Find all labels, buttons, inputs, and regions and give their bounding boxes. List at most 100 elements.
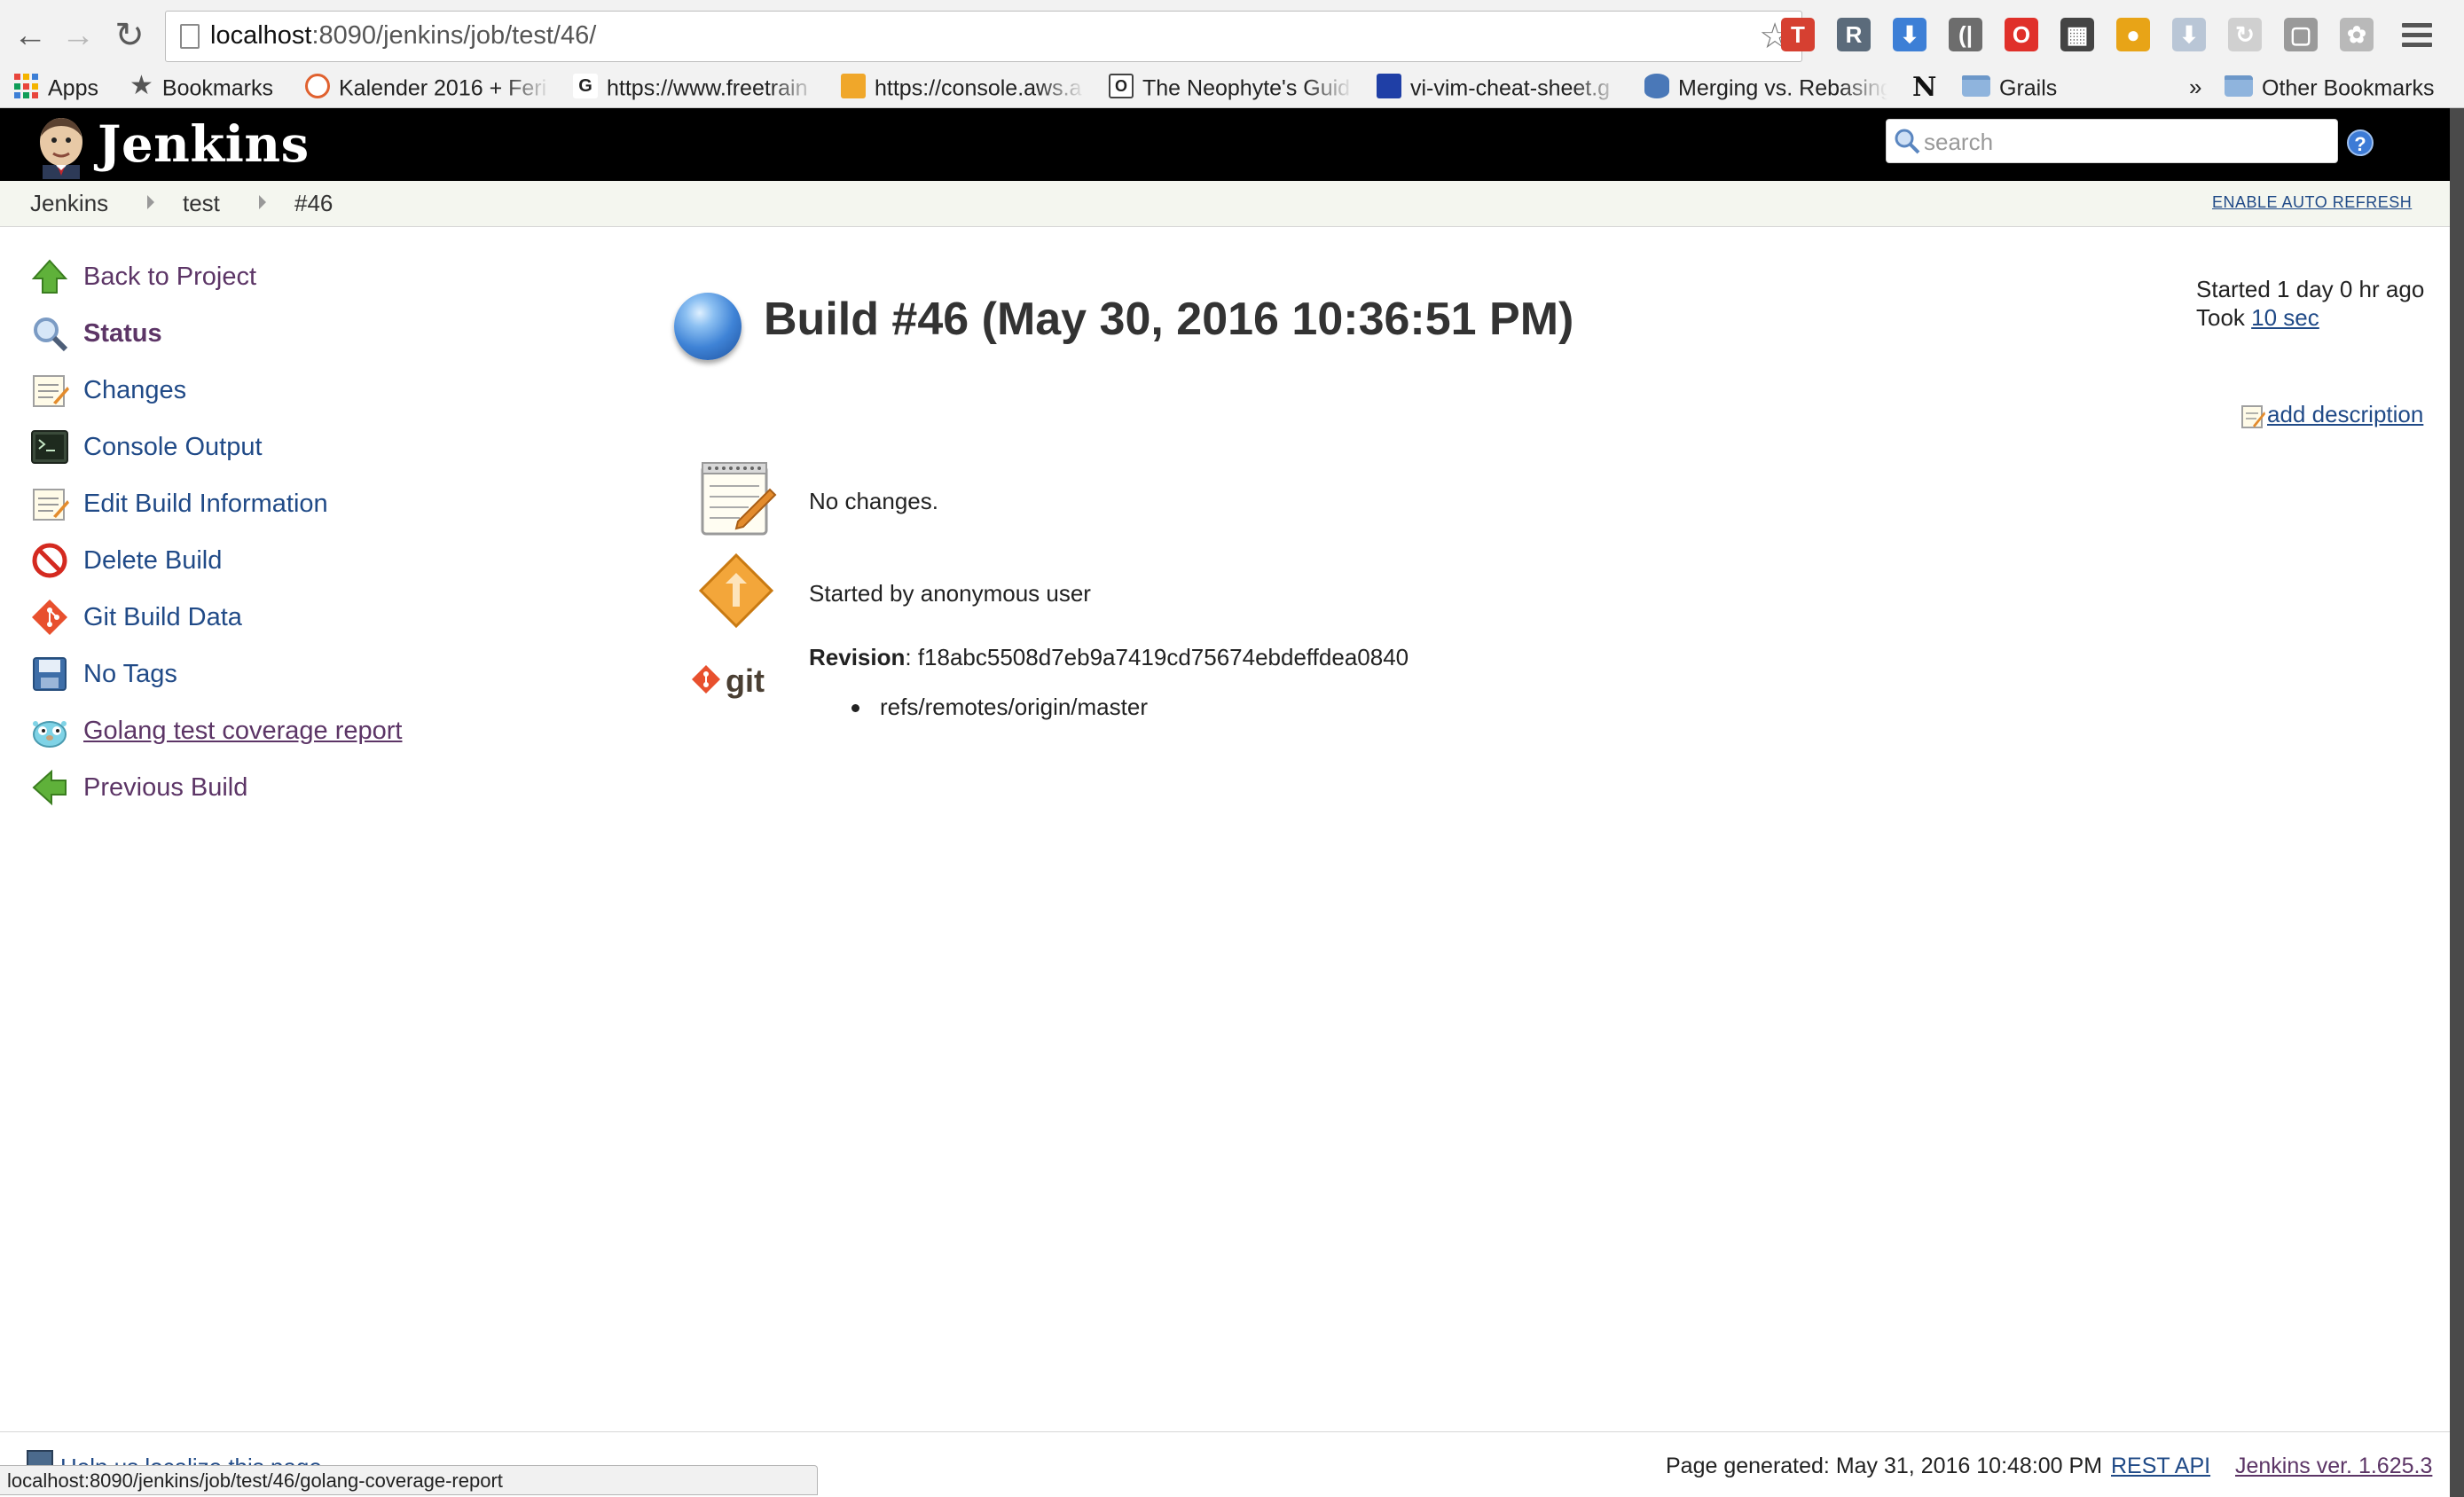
- bookmark-vim-cheatsheet[interactable]: vi-vim-cheat-sheet.g: [1377, 71, 1621, 103]
- calendar-site-icon: [305, 74, 330, 99]
- breadcrumb: Jenkins test #46 ENABLE AUTO REFRESH: [0, 181, 2450, 227]
- address-bar[interactable]: localhost:8090/jenkins/job/test/46/ ☆: [165, 11, 1802, 62]
- task-label: Previous Build: [83, 773, 248, 802]
- build-started: Started 1 day 0 hr ago: [2196, 276, 2425, 302]
- url-path: :8090/jenkins/job/test/46/: [311, 21, 597, 50]
- no-entry-icon: [32, 543, 67, 578]
- revision-hash: : f18abc5508d7eb9a7419cd75674ebdeffdea08…: [905, 644, 1409, 670]
- build-status-ball-icon: [674, 293, 742, 360]
- task-label: Changes: [83, 376, 187, 404]
- add-description-link[interactable]: add description: [2267, 401, 2423, 428]
- jenkins-header: Jenkins ?: [0, 108, 2450, 181]
- r-extension-icon[interactable]: R: [1837, 18, 1871, 51]
- task-label: Golang test coverage report: [83, 717, 403, 745]
- jenkins-logo-text[interactable]: Jenkins: [98, 115, 310, 174]
- bookmark-label: vi-vim-cheat-sheet.g: [1410, 75, 1611, 101]
- database-icon: [1644, 74, 1669, 99]
- terminal-icon: [31, 430, 68, 464]
- opera-extension-icon[interactable]: O: [2005, 18, 2038, 51]
- revision: Revision: f18abc5508d7eb9a7419cd75674ebd…: [809, 644, 1409, 671]
- search-box[interactable]: [1886, 119, 2338, 163]
- bookmark-label: Bookmarks: [161, 75, 273, 101]
- notepad-edit-icon: [2241, 405, 2265, 428]
- help-icon[interactable]: ?: [2347, 129, 2374, 156]
- page-title: Build #46 (May 30, 2016 10:36:51 PM): [764, 294, 1574, 345]
- browser-chrome: ← → ↻ localhost:8090/jenkins/job/test/46…: [0, 0, 2464, 108]
- breadcrumb-jenkins[interactable]: Jenkins: [30, 190, 108, 217]
- aws-box-icon: [841, 74, 866, 99]
- square-extension-icon[interactable]: ▢: [2284, 18, 2318, 51]
- bookmark-apps[interactable]: Apps: [14, 71, 98, 103]
- bookmark-label: The Neophyte's Guid: [1142, 75, 1351, 101]
- download-arrow-extension-icon[interactable]: ⬇: [1893, 18, 1926, 51]
- branch-list: refs/remotes/origin/master: [851, 694, 1148, 721]
- git-diamond-icon: [32, 600, 67, 635]
- breadcrumb-separator-icon[interactable]: [147, 195, 154, 209]
- jenkins-butler-icon[interactable]: [32, 114, 90, 179]
- git-logo-text: git: [726, 662, 765, 699]
- search-icon: [1895, 129, 1920, 154]
- page-generated-text: Page generated: May 31, 2016 10:48:00 PM: [1666, 1454, 2103, 1478]
- bookmark-folder-other[interactable]: Other Bookmarks: [2225, 71, 2435, 103]
- folder-icon: [2225, 75, 2253, 98]
- magnifier-icon: [34, 317, 68, 352]
- reload-icon[interactable]: ↻: [110, 16, 149, 55]
- branch-item: refs/remotes/origin/master: [851, 694, 1148, 721]
- jenkins-version-link[interactable]: Jenkins ver. 1.625.3: [2235, 1454, 2432, 1479]
- breadcrumb-build-46[interactable]: #46: [294, 190, 333, 217]
- window-edge: [2450, 108, 2464, 1497]
- gopher-icon: [33, 721, 67, 748]
- bookmark-label: Apps: [48, 75, 98, 101]
- bookmark-label: Kalender 2016 + Feri: [339, 75, 547, 101]
- build-timing: Started 1 day 0 hr ago Took 10 sec: [2196, 275, 2424, 332]
- breadcrumb-separator-icon[interactable]: [259, 195, 266, 209]
- build-duration: Took 10 sec: [2196, 303, 2424, 332]
- bookmark-label: Other Bookmarks: [2262, 75, 2435, 101]
- film-extension-icon[interactable]: ▦: [2060, 18, 2094, 51]
- bookmark-merging-rebasing[interactable]: Merging vs. Rebasing: [1644, 71, 1887, 103]
- task-label: Back to Project: [83, 263, 257, 291]
- task-label: No Tags: [83, 660, 177, 688]
- chrome-extension-icon[interactable]: ●: [2116, 18, 2150, 51]
- bookmark-label: Grails: [1999, 75, 2058, 101]
- bookmark-aws[interactable]: https://console.aws.a: [841, 71, 1086, 103]
- back-arrow-icon[interactable]: ←: [11, 16, 50, 55]
- rest-api-link[interactable]: REST API: [2111, 1454, 2210, 1479]
- download-grey-extension-icon[interactable]: ⬇: [2172, 18, 2206, 51]
- search-input[interactable]: [1924, 125, 2323, 159]
- enable-auto-refresh-link[interactable]: ENABLE AUTO REFRESH: [2212, 193, 2412, 212]
- page-icon: [180, 24, 200, 49]
- vim-site-icon: [1377, 74, 1401, 99]
- no-changes-text: No changes.: [809, 488, 938, 514]
- forward-arrow-icon[interactable]: →: [59, 16, 98, 55]
- bookmark-freetrain[interactable]: Ghttps://www.freetrain: [573, 71, 818, 103]
- bookmark-label: https://www.freetrain: [607, 75, 808, 101]
- url-text[interactable]: localhost:8090/jenkins/job/test/46/: [210, 21, 596, 51]
- notepad-icon: [33, 375, 69, 407]
- bookmark-notion[interactable]: N: [1912, 71, 1936, 103]
- bookmark-kalender[interactable]: Kalender 2016 + Feri: [305, 71, 552, 103]
- bookmark-bookmarks[interactable]: ★ Bookmarks: [129, 71, 273, 103]
- todoist-extension-icon[interactable]: T: [1781, 18, 1815, 51]
- audio-extension-icon[interactable]: (|: [1949, 18, 1982, 51]
- task-label: Status: [83, 319, 162, 348]
- notepad-icon: [701, 462, 777, 536]
- breadcrumb-test[interactable]: test: [183, 190, 220, 217]
- git-logo-icon: git: [692, 662, 765, 699]
- revision-label: Revision: [809, 644, 906, 670]
- puzzle-extension-icon[interactable]: ✿: [2340, 18, 2374, 51]
- hamburger-menu-icon[interactable]: [2402, 23, 2432, 48]
- bookmark-neophyte[interactable]: O The Neophyte's Guid: [1109, 71, 1354, 103]
- o-site-icon: O: [1109, 74, 1134, 99]
- task-label: Delete Build: [83, 546, 223, 575]
- build-duration-link[interactable]: 10 sec: [2251, 304, 2319, 331]
- bookmark-folder-grails[interactable]: Grails: [1962, 71, 2057, 103]
- bookmark-label: https://console.aws.a: [875, 75, 1082, 101]
- refresh-extension-icon[interactable]: ↻: [2228, 18, 2262, 51]
- took-label: Took: [2196, 304, 2245, 331]
- bookmark-label: Merging vs. Rebasing: [1678, 75, 1887, 101]
- gt-site-icon: G: [573, 74, 598, 99]
- more-bookmarks-chevron[interactable]: »: [2189, 71, 2201, 103]
- url-host: localhost: [210, 21, 312, 50]
- task-label: Git Build Data: [83, 603, 242, 631]
